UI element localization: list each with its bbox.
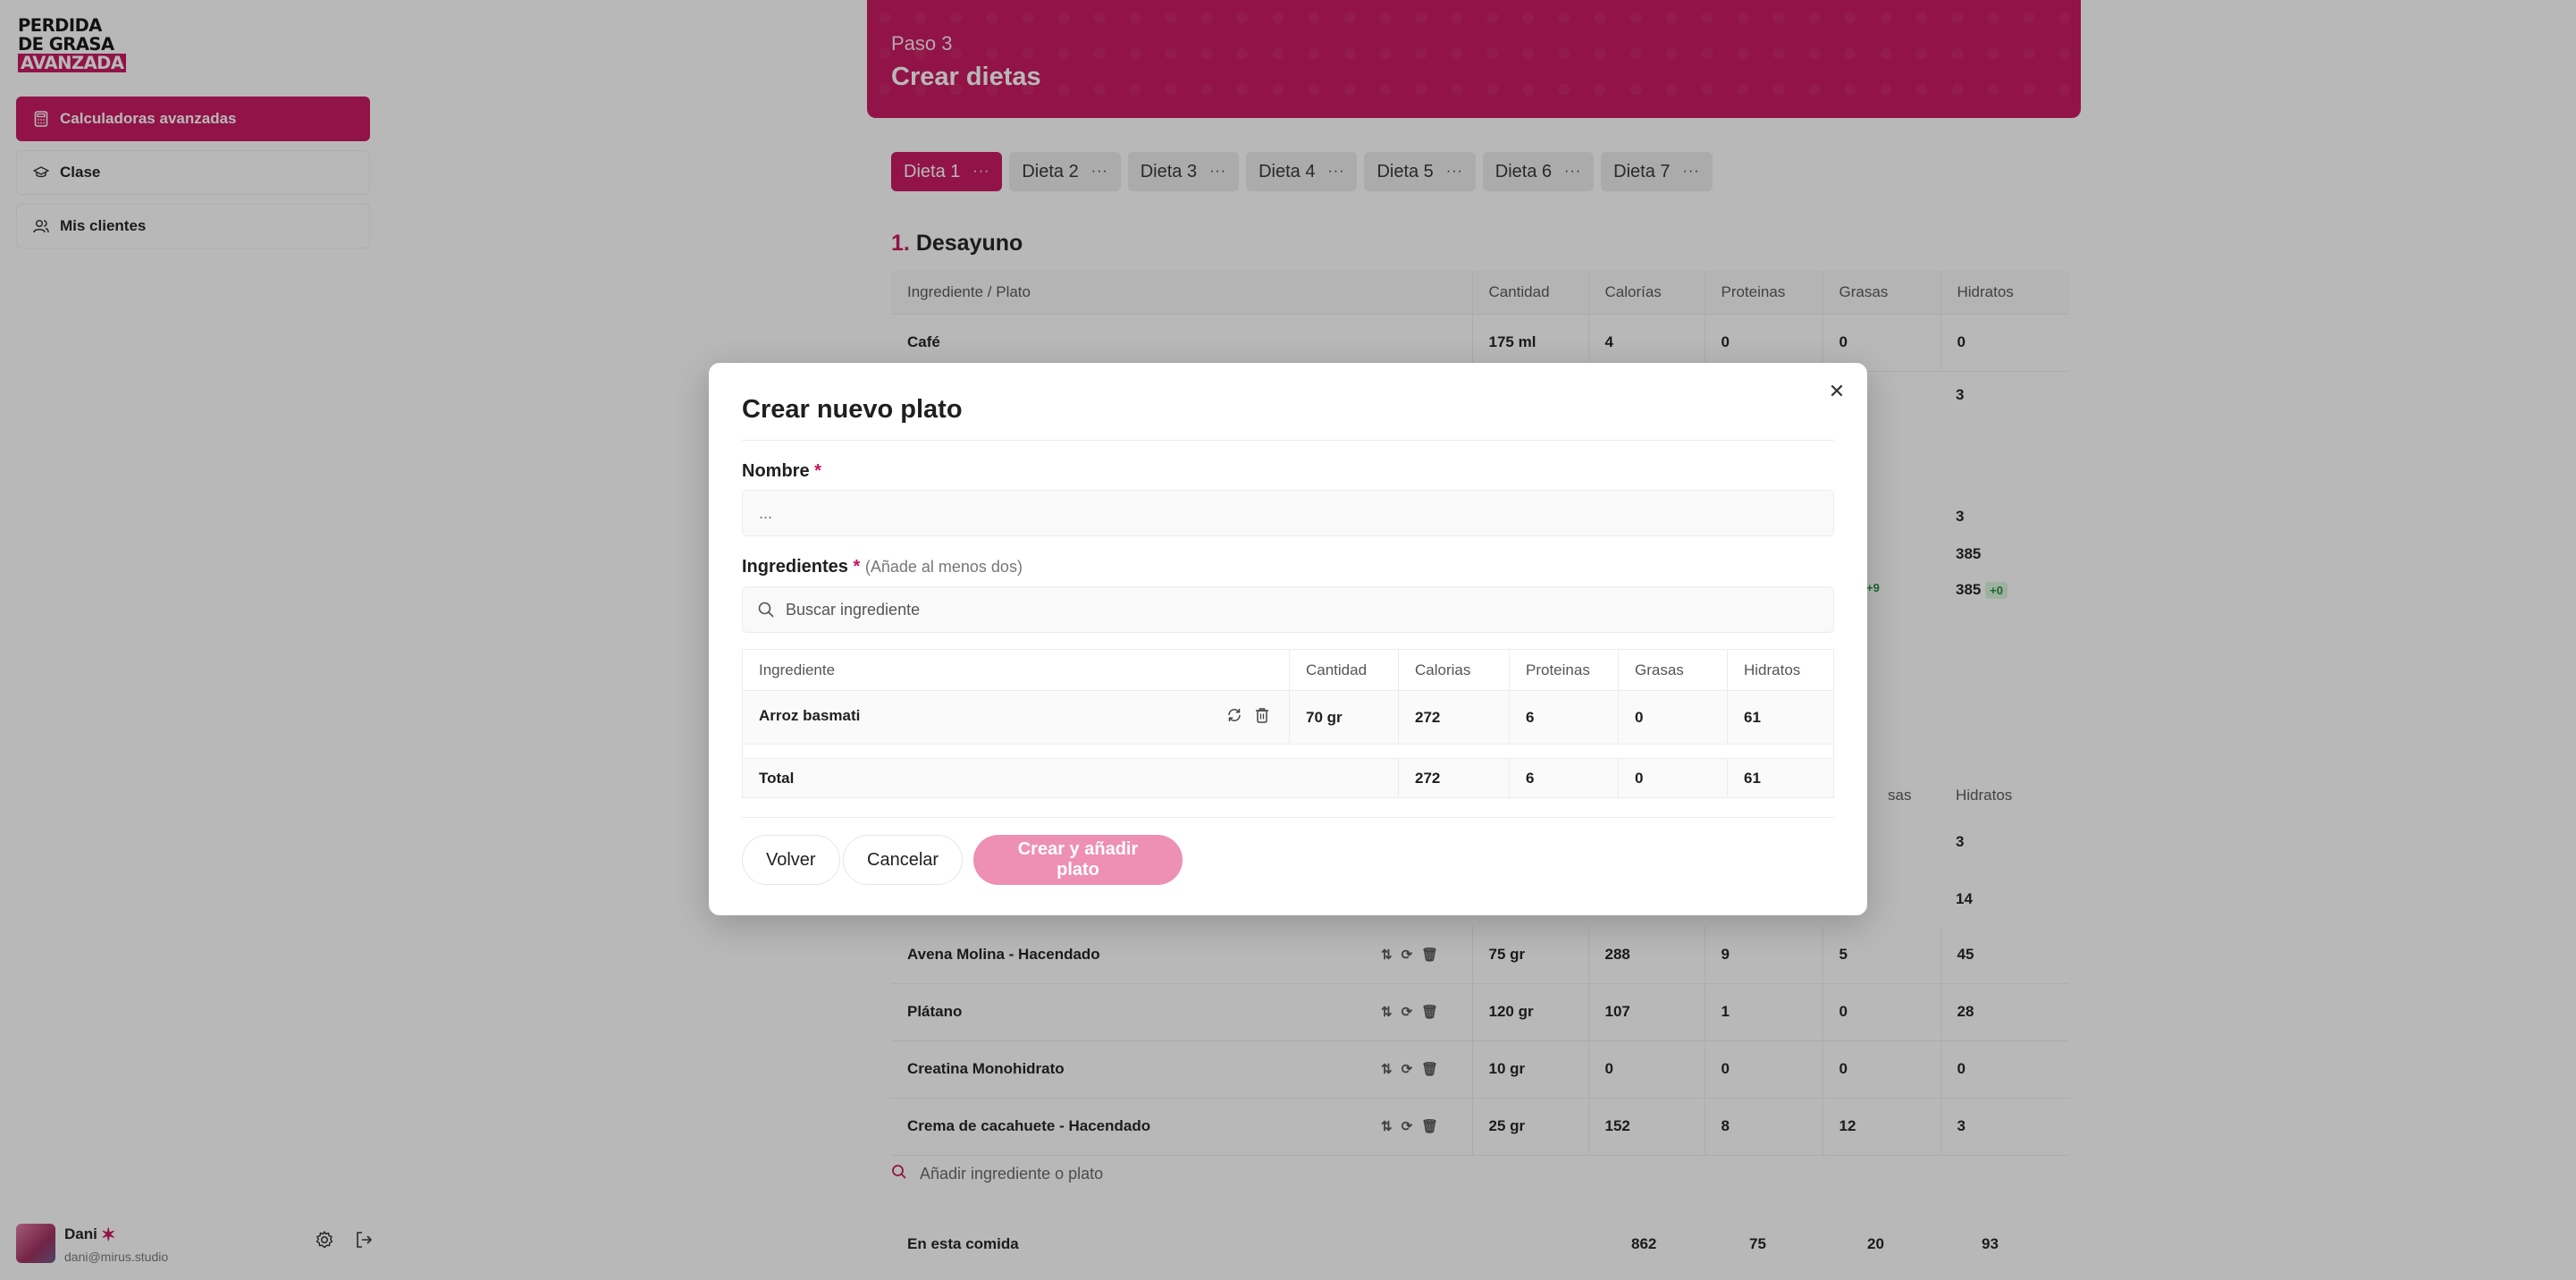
column-header: Calorias <box>1398 649 1510 691</box>
total-carbs: 61 <box>1727 758 1834 798</box>
carbs-cell: 61 <box>1727 690 1834 745</box>
protein-cell: 6 <box>1509 690 1619 745</box>
ingredients-table: Ingrediente Cantidad Calorias Proteinas … <box>742 649 1834 798</box>
search-icon <box>757 601 775 619</box>
ingredient-name: Arroz basmati <box>759 707 861 724</box>
column-header: Ingrediente <box>742 649 1290 691</box>
total-fat: 0 <box>1618 758 1728 798</box>
column-header: Proteinas <box>1509 649 1619 691</box>
column-header: Cantidad <box>1289 649 1399 691</box>
trash-icon[interactable] <box>1255 707 1269 728</box>
modal-title: Crear nuevo plato <box>742 395 963 424</box>
total-label: Total <box>742 758 1399 798</box>
ingredient-cell: Arroz basmati <box>742 690 1290 745</box>
total-row: Total 272 6 0 61 <box>742 758 1834 798</box>
ingredient-search[interactable] <box>742 586 1834 633</box>
column-header: Grasas <box>1618 649 1728 691</box>
cancel-button[interactable]: Cancelar <box>843 835 964 885</box>
total-calories: 272 <box>1398 758 1510 798</box>
calories-cell: 272 <box>1398 690 1510 745</box>
create-dish-modal: ✕ Crear nuevo plato Nombre * Ingrediente… <box>709 363 1867 915</box>
divider <box>742 817 1834 818</box>
table-row[interactable]: Arroz basmati 70 gr 272 6 0 61 <box>742 690 1834 745</box>
total-protein: 6 <box>1509 758 1619 798</box>
create-dish-button[interactable]: Crear y añadir plato <box>973 835 1183 885</box>
close-icon[interactable]: ✕ <box>1824 379 1849 404</box>
fat-cell: 0 <box>1618 690 1728 745</box>
quantity-cell[interactable]: 70 gr <box>1289 690 1399 745</box>
divider <box>742 440 1834 441</box>
ingredients-label: Ingredientes * (Añade al menos dos) <box>742 557 1023 577</box>
name-label: Nombre * <box>742 461 821 481</box>
back-button[interactable]: Volver <box>742 835 840 885</box>
column-header: Hidratos <box>1727 649 1834 691</box>
dish-name-input[interactable] <box>742 490 1834 536</box>
search-input[interactable] <box>786 587 1833 632</box>
refresh-icon[interactable] <box>1226 707 1242 728</box>
